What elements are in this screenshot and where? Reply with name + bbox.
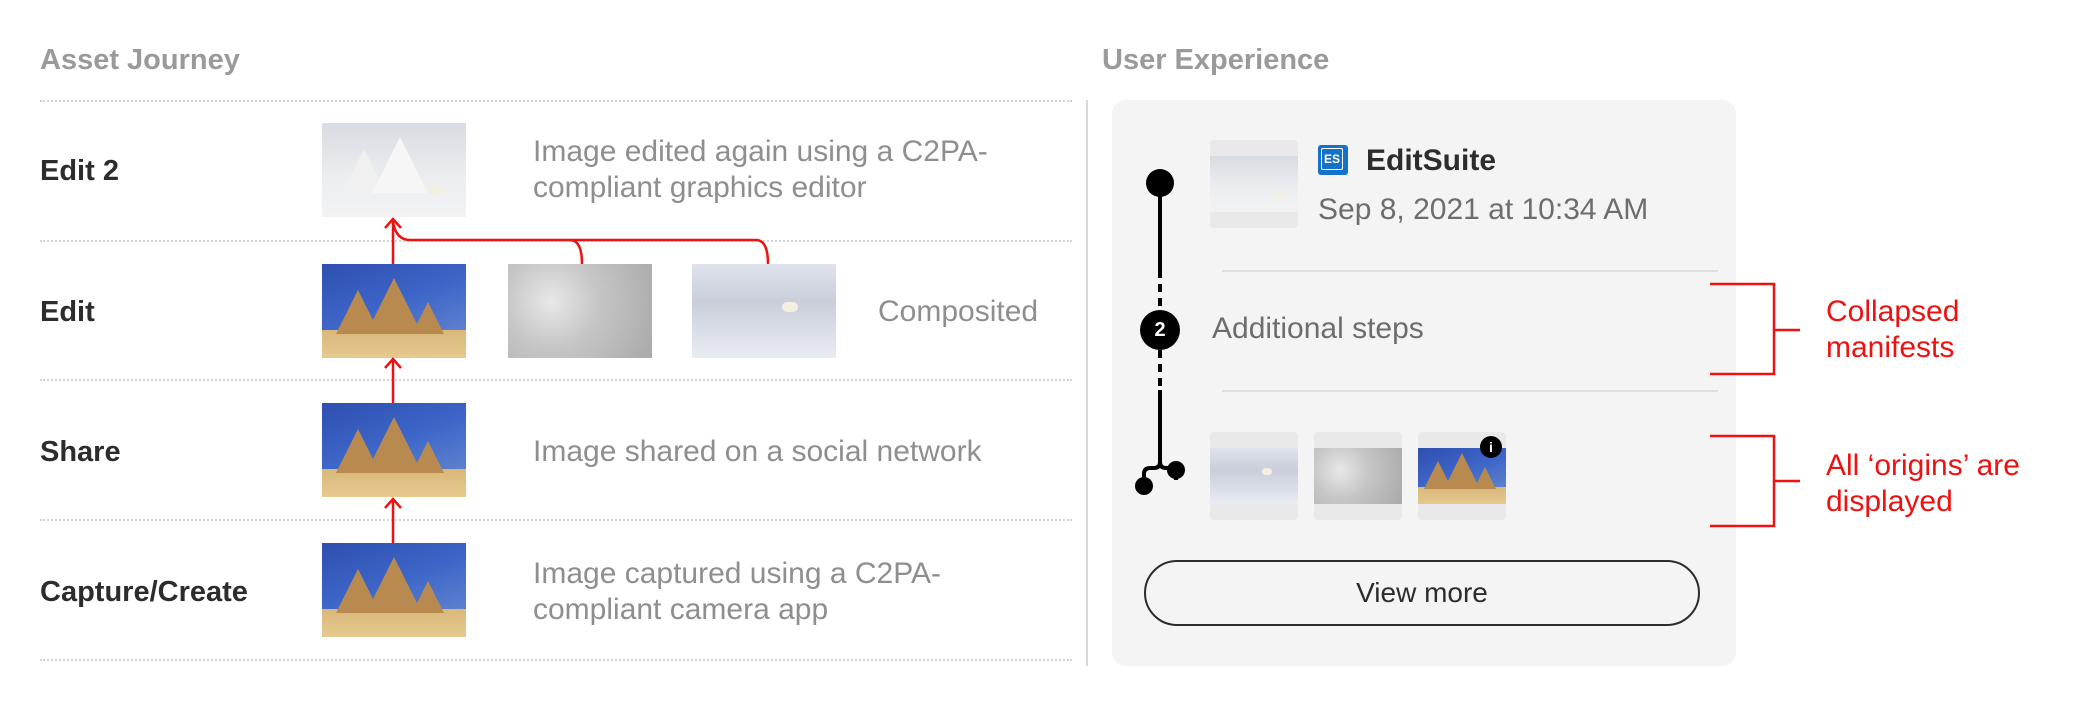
vertical-divider — [1086, 100, 1088, 666]
manifest-date: Sep 8, 2021 at 10:34 AM — [1318, 193, 1649, 226]
annotation-origins: All ‘origins’ are displayed — [1826, 449, 2020, 518]
info-icon[interactable]: i — [1480, 436, 1502, 458]
annotation-collapsed: Collapsed manifests — [1826, 295, 1960, 364]
branch-dot — [1135, 477, 1153, 495]
timeline-dot — [1146, 169, 1174, 197]
origin-thumbnail-polar-bear[interactable] — [1210, 432, 1298, 520]
latest-thumbnail[interactable] — [1210, 140, 1298, 228]
origin-thumbnail-snow[interactable] — [1314, 432, 1402, 520]
view-more-button[interactable]: View more — [1144, 560, 1700, 626]
additional-steps-label[interactable]: Additional steps — [1212, 312, 1424, 346]
origin-thumbnail-pyramids[interactable]: i — [1418, 432, 1506, 520]
branch-dot — [1167, 461, 1185, 479]
editsuite-app-icon: ES — [1318, 145, 1348, 175]
user-experience-title: User Experience — [1102, 44, 1330, 76]
bracket-collapsed — [1710, 282, 1800, 376]
collapsed-count-badge[interactable]: 2 — [1140, 310, 1180, 350]
annotation-brackets — [1710, 282, 1800, 528]
provenance-arrows — [384, 217, 770, 543]
app-name: EditSuite — [1366, 144, 1497, 177]
separator — [1222, 390, 1718, 392]
arrow-branch — [391, 221, 584, 265]
bracket-origins — [1710, 434, 1800, 528]
separator — [1222, 270, 1718, 272]
arrow-branch — [570, 238, 770, 265]
